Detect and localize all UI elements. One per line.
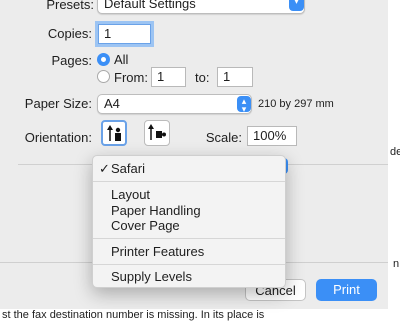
pages-to-input[interactable]: 1 [217, 67, 253, 87]
menu-item-supply-levels[interactable]: Supply Levels [111, 269, 192, 284]
menu-separator [93, 238, 285, 239]
section-menu: ✓ Safari Layout Paper Handling Cover Pag… [92, 155, 286, 288]
paper-size-popup[interactable]: A4 [97, 94, 252, 114]
pages-from-value: 1 [157, 69, 165, 84]
background-text-bottom: st the fax destination number is missing… [0, 309, 400, 321]
pages-to-label: to: [195, 70, 210, 85]
paper-size-dimensions: 210 by 297 mm [258, 98, 334, 110]
paper-size-stepper-icon: ▴ ▾ [237, 96, 251, 114]
copies-input[interactable]: 1 [98, 24, 151, 44]
pages-label: Pages: [51, 53, 92, 68]
paper-size-label: Paper Size: [24, 96, 92, 111]
portrait-icon [107, 125, 121, 141]
pages-all-radio[interactable] [97, 53, 110, 66]
presets-label: Presets: [46, 0, 94, 12]
pages-from-label: From: [114, 70, 148, 85]
scale-value: 100% [253, 128, 287, 143]
presets-stepper-icon: ▾ [289, 0, 304, 11]
paper-size-value: A4 [104, 96, 120, 111]
copies-value: 1 [104, 26, 112, 41]
menu-checkmark-icon: ✓ [99, 161, 110, 176]
orientation-label: Orientation: [24, 130, 92, 145]
menu-item-safari[interactable]: Safari [111, 161, 145, 176]
pages-from-input[interactable]: 1 [151, 67, 186, 87]
pages-all-label: All [114, 52, 129, 67]
scale-input[interactable]: 100% [247, 126, 297, 146]
copies-label: Copies: [47, 26, 92, 41]
orientation-portrait-button[interactable] [101, 120, 127, 146]
background-text-right-1: de [390, 146, 400, 158]
pages-to-value: 1 [223, 69, 231, 84]
menu-item-layout[interactable]: Layout [111, 187, 150, 202]
menu-item-printer-features[interactable]: Printer Features [111, 244, 204, 259]
presets-value: Default Settings [104, 0, 196, 11]
background-text-right-2: n [393, 258, 400, 270]
print-button[interactable]: Print [316, 279, 377, 301]
menu-item-cover-page[interactable]: Cover Page [111, 218, 180, 233]
landscape-icon [148, 124, 166, 140]
scale-label: Scale: [205, 130, 242, 145]
menu-item-paper-handling[interactable]: Paper Handling [111, 203, 201, 218]
pages-range-radio[interactable] [97, 70, 110, 83]
print-button-label: Print [333, 282, 360, 297]
background-document [388, 0, 400, 321]
menu-separator [93, 181, 285, 182]
menu-separator [93, 264, 285, 265]
orientation-landscape-button[interactable] [144, 120, 170, 146]
presets-popup[interactable]: Default Settings [97, 0, 305, 14]
